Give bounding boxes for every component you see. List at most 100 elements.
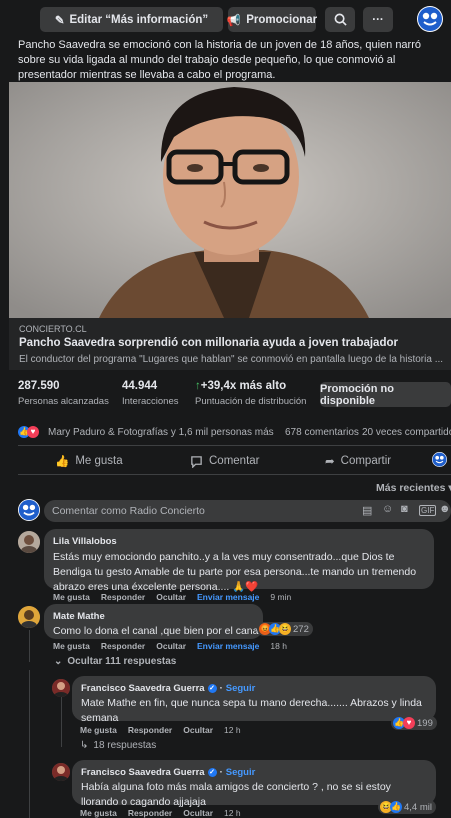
- reach-value: 287.590: [18, 380, 60, 392]
- verified-badge-icon: ✓: [207, 684, 217, 693]
- comment-hide-link[interactable]: Ocultar: [156, 592, 186, 602]
- thread-line: [61, 697, 62, 747]
- like-button[interactable]: 👍 Me gusta: [55, 453, 123, 469]
- comment-author[interactable]: Lila Villalobos: [53, 536, 425, 547]
- more-options-icon: ···: [372, 13, 384, 26]
- reply-author[interactable]: Francisco Saavedra Guerra: [81, 767, 205, 778]
- reaction-summary-row: 👍 ♥ Mary Paduro & Fotografías y 1,6 mil …: [18, 425, 451, 441]
- comment-reaction-badge[interactable]: 😡 👍 😆 272: [257, 622, 313, 636]
- reply-text: Mate Mathe en fin, que nunca sepa tu man…: [81, 697, 422, 724]
- like-button-label: Me gusta: [75, 455, 123, 467]
- reply-bubble: Francisco Saavedra Guerra ✓ · Seguir Mat…: [72, 676, 436, 724]
- comment-text: Como lo dona el canal ,que bien por el c…: [53, 625, 267, 637]
- reply-actions: Me gusta Responder Ocultar 12 h: [80, 725, 241, 735]
- comment-count[interactable]: 678 comentarios: [285, 427, 359, 438]
- reply-hide-link[interactable]: Ocultar: [183, 725, 213, 735]
- post-image[interactable]: [9, 82, 451, 318]
- comment-actions: Me gusta Responder Ocultar Enviar mensaj…: [53, 641, 287, 651]
- page-action-bar: ✎ Editar “Más información” 📢 Promocionar…: [0, 0, 451, 38]
- megaphone-icon: 📢: [226, 14, 242, 27]
- link-preview[interactable]: CONCIERTO.CL Pancho Saavedra sorprendió …: [9, 318, 451, 370]
- follow-link[interactable]: Seguir: [226, 683, 256, 694]
- hide-replies-label: Ocultar 111 respuestas: [67, 656, 177, 667]
- comment-button[interactable]: Comentar: [190, 453, 260, 469]
- comment-like-link[interactable]: Me gusta: [53, 641, 90, 651]
- haha-reaction-icon: 😆: [279, 623, 291, 635]
- comment-input[interactable]: Comentar como Radio Concierto ▤ ☺ ◙ GIF …: [44, 500, 451, 522]
- comment-reply-link[interactable]: Responder: [101, 641, 145, 651]
- reach-stat[interactable]: 287.590 Personas alcanzadas: [18, 380, 109, 407]
- distribution-value: +39,4x más alto: [200, 380, 287, 392]
- avatar[interactable]: [18, 606, 40, 628]
- reply-reply-link[interactable]: Responder: [128, 725, 172, 735]
- interactions-value: 44.944: [122, 380, 158, 392]
- reply-like-link[interactable]: Me gusta: [80, 725, 117, 735]
- reply-timestamp[interactable]: 12 h: [224, 808, 241, 818]
- thread-line: [29, 630, 30, 662]
- sticker-smile-icon[interactable]: ☻: [439, 503, 451, 515]
- comment-timestamp[interactable]: 9 min: [270, 592, 291, 602]
- reply-reply-link[interactable]: Responder: [128, 808, 172, 818]
- distribution-label: Puntuación de distribución: [195, 396, 307, 407]
- comment-bubble: Mate Mathe Como lo dona el canal ,que bi…: [44, 604, 267, 639]
- avatar[interactable]: [18, 531, 40, 553]
- distribution-stat[interactable]: ↑+39,4x más alto Puntuación de distribuc…: [195, 380, 306, 407]
- share-count[interactable]: 20 veces compartido: [362, 427, 451, 438]
- comment-timestamp[interactable]: 18 h: [270, 641, 287, 651]
- gif-icon[interactable]: GIF: [419, 505, 437, 516]
- reaction-summary-text[interactable]: Mary Paduro & Fotografías y 1,6 mil pers…: [48, 427, 274, 438]
- reply-actions: Me gusta Responder Ocultar 12 h: [80, 808, 241, 818]
- like-reaction-icon: 👍: [390, 801, 402, 813]
- reaction-icons[interactable]: 👍 ♥: [18, 426, 39, 438]
- search-button[interactable]: [325, 7, 355, 32]
- interactions-stat[interactable]: 44.944 Interacciones: [122, 380, 179, 407]
- reply-hide-link[interactable]: Ocultar: [183, 808, 213, 818]
- reply-bubble: Francisco Saavedra Guerra ✓ · Seguir Hab…: [72, 760, 436, 808]
- reply-reaction-badge[interactable]: 👍 ♥ 199: [391, 716, 437, 730]
- more-options-button[interactable]: ···: [363, 7, 393, 32]
- link-title[interactable]: Pancho Saavedra sorprendió con millonari…: [19, 337, 398, 349]
- reply-reaction-badge[interactable]: 😆 👍 4,4 mil: [378, 800, 436, 814]
- page-avatar-logo[interactable]: [417, 6, 443, 32]
- view-replies-toggle[interactable]: ↳ 18 respuestas: [80, 740, 156, 751]
- promote-button[interactable]: 📢 Promocionar: [226, 7, 317, 32]
- link-domain: CONCIERTO.CL: [19, 324, 87, 334]
- avatar[interactable]: [52, 763, 70, 781]
- comment-button-label: Comentar: [209, 455, 260, 467]
- share-button-label: Compartir: [340, 455, 392, 467]
- divider: [18, 474, 451, 475]
- comment-reply-link[interactable]: Responder: [101, 592, 145, 602]
- comment-like-link[interactable]: Me gusta: [53, 592, 90, 602]
- edit-more-info-button[interactable]: ✎ Editar “Más información”: [40, 7, 223, 32]
- comment-text: Estás muy emociondo panchito..y a la ves…: [53, 551, 417, 593]
- divider: [18, 445, 451, 446]
- avatar[interactable]: [52, 679, 70, 697]
- comment-author[interactable]: Mate Mathe: [53, 611, 254, 622]
- send-message-link[interactable]: Enviar mensaje: [197, 641, 259, 651]
- verified-badge-icon: ✓: [207, 768, 217, 777]
- share-button[interactable]: ➦ Compartir: [325, 453, 391, 469]
- love-reaction-icon: ♥: [403, 717, 415, 729]
- promotion-unavailable-button[interactable]: Promoción no disponible: [320, 382, 451, 407]
- hide-replies-toggle[interactable]: ⌄ Ocultar 111 respuestas: [54, 656, 176, 667]
- share-as-page-avatar[interactable]: [432, 452, 447, 467]
- follow-link[interactable]: Seguir: [226, 767, 256, 778]
- comment-actions: Me gusta Responder Ocultar Enviar mensaj…: [53, 592, 291, 602]
- comment-sort-dropdown[interactable]: Más recientes ▾: [376, 482, 451, 494]
- reaction-count: 199: [417, 717, 433, 729]
- share-arrow-icon: ➦: [325, 456, 335, 468]
- reply-author[interactable]: Francisco Saavedra Guerra: [81, 683, 205, 694]
- commenter-page-avatar: [18, 499, 40, 521]
- comment-hide-link[interactable]: Ocultar: [156, 641, 186, 651]
- thread-line: [29, 670, 30, 818]
- love-reaction-icon: ♥: [27, 426, 39, 438]
- search-icon: [334, 13, 347, 26]
- emoji-icon[interactable]: ☺: [382, 503, 393, 515]
- send-message-link[interactable]: Enviar mensaje: [197, 592, 259, 602]
- sticker-icon[interactable]: ▤: [362, 504, 372, 517]
- camera-icon[interactable]: ◙: [401, 503, 408, 515]
- comment-bubble: Lila Villalobos Estás muy emociondo panc…: [44, 529, 434, 593]
- reply-timestamp[interactable]: 12 h: [224, 725, 241, 735]
- post-caption: Pancho Saavedra se emocionó con la histo…: [18, 39, 421, 81]
- reply-like-link[interactable]: Me gusta: [80, 808, 117, 818]
